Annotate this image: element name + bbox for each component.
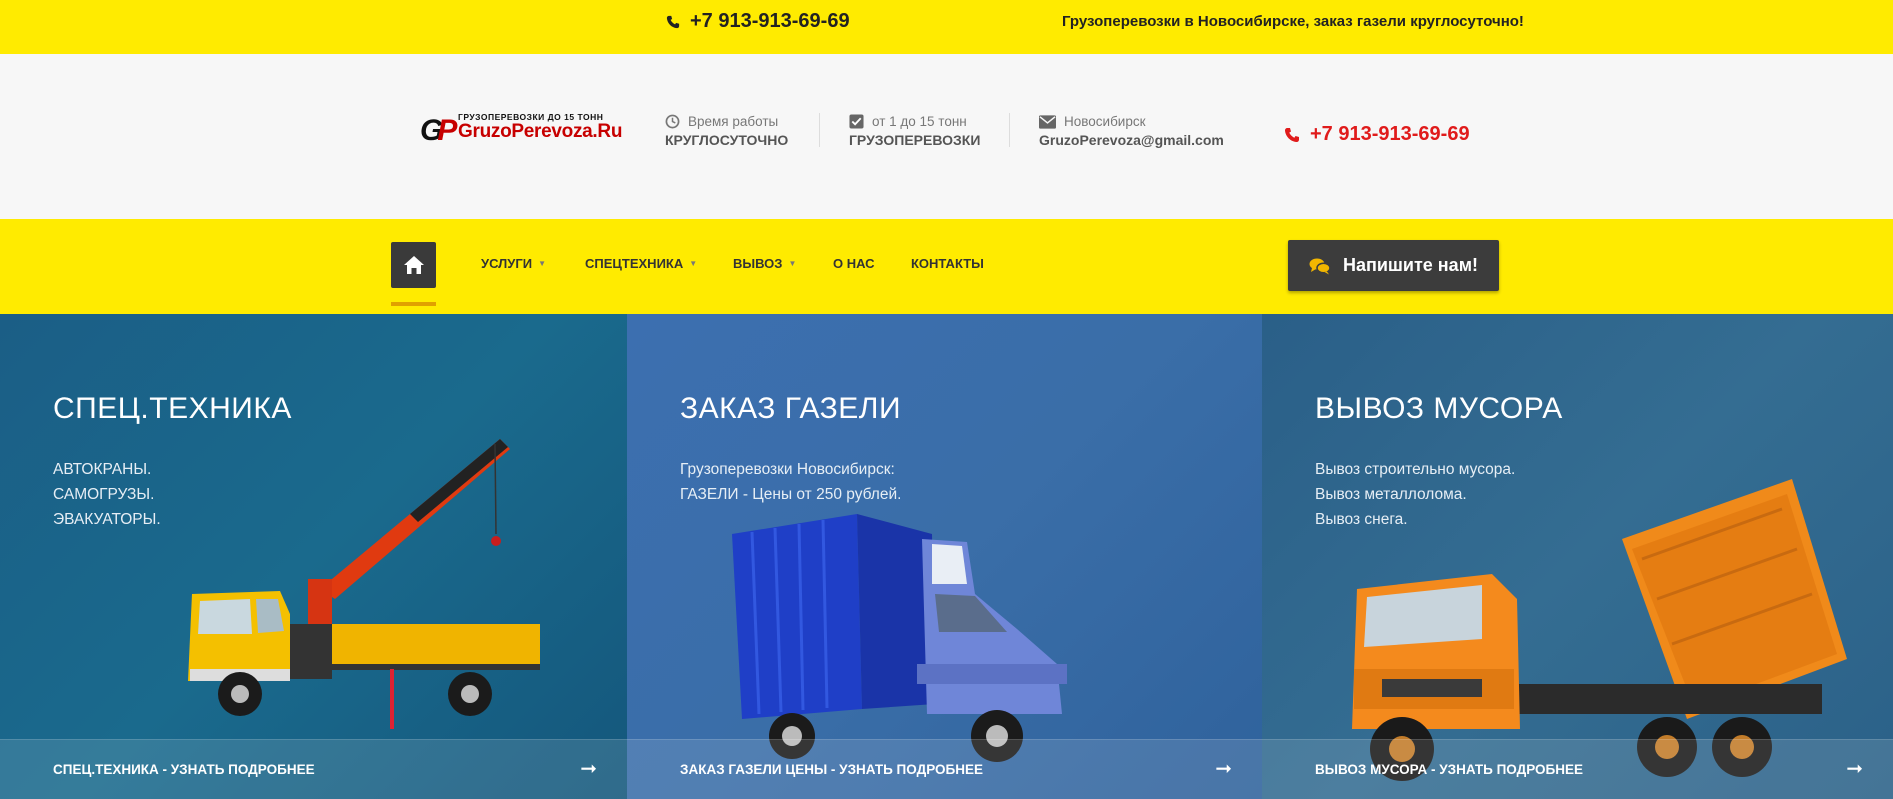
info-work-hours: Время работы КРУГЛОСУТОЧНО <box>665 114 788 148</box>
caret-down-icon: ▼ <box>689 259 698 268</box>
info-divider <box>819 113 820 147</box>
caret-down-icon: ▼ <box>538 259 546 268</box>
logo-mark: GP <box>420 114 457 147</box>
checkbox-icon <box>849 114 864 129</box>
logo-big-text: GruzoPerevoza.Ru <box>458 121 623 142</box>
nav-item-label: КОНТАКТЫ <box>911 256 984 271</box>
panel-waste-removal[interactable]: ВЫВОЗ МУСОРА Вывоз строительно мусора. В… <box>1262 314 1893 799</box>
arrow-right-icon[interactable]: ➞ <box>1215 756 1232 781</box>
services-panels: СПЕЦ.ТЕХНИКА АВТОКРАНЫ. САМОГРУЗЫ. ЭВАКУ… <box>0 314 1893 799</box>
top-phone-number: +7 913-913-69-69 <box>690 10 850 32</box>
info-tonnage-label: от 1 до 15 тонн <box>872 114 967 129</box>
nav-item-label: ВЫВОЗ <box>733 256 783 271</box>
nav-item-special-equipment[interactable]: СПЕЦТЕХНИКА ▼ <box>585 256 697 271</box>
panel-description: Грузоперевозки Новосибирск: ГАЗЕЛИ - Цен… <box>680 457 901 507</box>
info-tonnage: от 1 до 15 тонн ГРУЗОПЕРЕВОЗКИ <box>849 114 980 148</box>
nav-item-contacts[interactable]: КОНТАКТЫ <box>911 256 984 271</box>
panel-footer[interactable]: ЗАКАЗ ГАЗЕЛИ ЦЕНЫ - УЗНАТЬ ПОДРОБНЕЕ ➞ <box>627 739 1262 799</box>
panel-line: ЭВАКУАТОРЫ. <box>53 511 161 528</box>
caret-down-icon: ▼ <box>788 259 797 268</box>
home-icon <box>403 256 424 274</box>
site-logo[interactable]: GP ГРУЗОПЕРЕВОЗКИ ДО 15 ТОНН GruzoPerevo… <box>420 112 622 148</box>
panel-title: ВЫВОЗ МУСОРА <box>1315 392 1563 425</box>
panel-footer[interactable]: ВЫВОЗ МУСОРА - УЗНАТЬ ПОДРОБНЕЕ ➞ <box>1262 739 1893 799</box>
arrow-right-icon[interactable]: ➞ <box>580 756 597 781</box>
crane-truck-image <box>188 439 540 729</box>
nav-item-removal[interactable]: ВЫВОЗ ▼ <box>733 256 796 271</box>
panel-gazelle-order[interactable]: ЗАКАЗ ГАЗЕЛИ Грузоперевозки Новосибирск:… <box>627 314 1262 799</box>
panel-footer[interactable]: СПЕЦ.ТЕХНИКА - УЗНАТЬ ПОДРОБНЕЕ ➞ <box>0 739 627 799</box>
panel-more-link[interactable]: СПЕЦ.ТЕХНИКА - УЗНАТЬ ПОДРОБНЕЕ <box>53 762 315 777</box>
clock-icon <box>665 114 680 129</box>
panel-description: АВТОКРАНЫ. САМОГРУЗЫ. ЭВАКУАТОРЫ. <box>53 457 161 532</box>
header-phone-number: +7 913-913-69-69 <box>1310 123 1470 145</box>
panel-more-link[interactable]: ВЫВОЗ МУСОРА - УЗНАТЬ ПОДРОБНЕЕ <box>1315 762 1583 777</box>
chat-bubbles-icon <box>1309 258 1331 274</box>
info-work-hours-value: КРУГЛОСУТОЧНО <box>665 132 789 148</box>
info-work-hours-label: Время работы <box>688 114 779 129</box>
nav-item-label: СПЕЦТЕХНИКА <box>585 256 684 271</box>
envelope-icon <box>1039 114 1056 129</box>
write-us-button[interactable]: Напишите нам! <box>1288 240 1499 291</box>
info-email: Новосибирск GruzoPerevoza@gmail.com <box>1039 114 1224 148</box>
home-button[interactable] <box>391 242 436 288</box>
panel-line: ГАЗЕЛИ - Цены от 250 рублей. <box>680 486 902 503</box>
panel-more-link[interactable]: ЗАКАЗ ГАЗЕЛИ ЦЕНЫ - УЗНАТЬ ПОДРОБНЕЕ <box>680 762 983 777</box>
panel-line: САМОГРУЗЫ. <box>53 486 155 503</box>
info-divider <box>1009 113 1010 147</box>
nav-item-services[interactable]: УСЛУГИ ▼ <box>481 256 546 271</box>
info-tonnage-value: ГРУЗОПЕРЕВОЗКИ <box>849 132 981 148</box>
main-nav: УСЛУГИ ▼ СПЕЦТЕХНИКА ▼ ВЫВОЗ ▼ О НАС КОН… <box>0 219 1893 314</box>
nav-item-about[interactable]: О НАС <box>833 256 875 271</box>
phone-icon <box>666 15 680 28</box>
panel-title: ЗАКАЗ ГАЗЕЛИ <box>680 392 902 425</box>
nav-item-label: О НАС <box>833 256 875 271</box>
header-phone-link[interactable]: +7 913-913-69-69 <box>1284 123 1470 146</box>
top-phone-link[interactable]: +7 913-913-69-69 <box>666 10 850 33</box>
nav-item-label: УСЛУГИ <box>481 256 533 271</box>
panel-special-equipment[interactable]: СПЕЦ.ТЕХНИКА АВТОКРАНЫ. САМОГРУЗЫ. ЭВАКУ… <box>0 314 627 799</box>
panel-line: Грузоперевозки Новосибирск: <box>680 461 895 478</box>
info-email-value[interactable]: GruzoPerevoza@gmail.com <box>1039 132 1224 148</box>
panel-line: АВТОКРАНЫ. <box>53 461 152 478</box>
phone-icon <box>1285 127 1299 142</box>
top-tagline: Грузоперевозки в Новосибирске, заказ газ… <box>1062 13 1524 30</box>
info-city-label: Новосибирск <box>1064 114 1146 129</box>
arrow-right-icon[interactable]: ➞ <box>1846 756 1863 781</box>
top-bar: +7 913-913-69-69 Грузоперевозки в Новоси… <box>0 0 1893 54</box>
active-indicator <box>391 302 436 306</box>
write-us-label: Напишите нам! <box>1342 255 1479 275</box>
